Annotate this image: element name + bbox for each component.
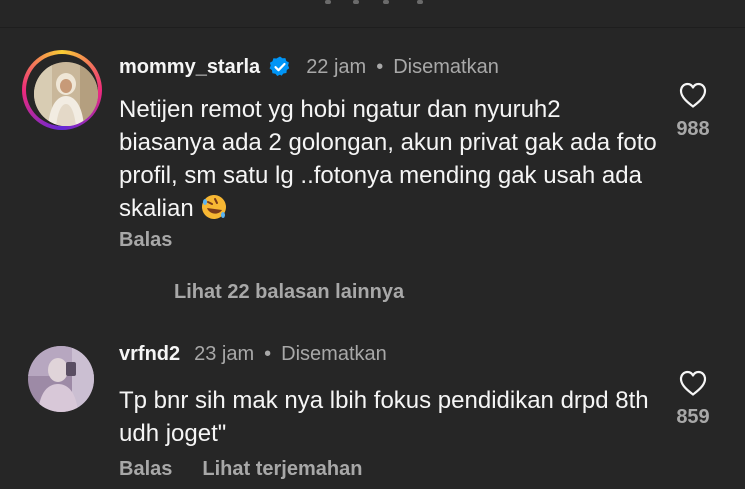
story-ring[interactable]	[22, 50, 102, 130]
avatar[interactable]	[34, 62, 98, 126]
rolling-on-floor-laughing-emoji-icon	[201, 195, 226, 219]
reply-button[interactable]: Balas	[119, 458, 172, 481]
avatar-image	[34, 62, 98, 126]
pinned-label: Disematkan	[281, 343, 387, 365]
reply-button[interactable]: Balas	[119, 229, 172, 252]
avatar-image	[28, 346, 94, 412]
comment-actions: Balas Lihat terjemahan	[119, 458, 392, 481]
like-control: 988	[663, 81, 723, 141]
comment-actions: Balas	[119, 229, 202, 252]
comment-text: Netijen remot yg hobi ngatur dan nyuruh2…	[119, 93, 659, 225]
separator-dot: •	[376, 55, 384, 78]
heart-icon[interactable]	[678, 369, 708, 397]
pinned-label: Disematkan	[393, 55, 499, 78]
like-count: 988	[676, 118, 710, 140]
divider	[0, 27, 745, 28]
comment-header: mommy_starla 22 jam • Disematkan	[119, 55, 499, 79]
like-control: 859	[663, 369, 723, 429]
heart-icon[interactable]	[678, 81, 708, 109]
like-count: 859	[676, 406, 710, 428]
comment-header: vrfnd2 23 jam • Disematkan	[119, 343, 387, 366]
comments-panel: mommy_starla 22 jam • Disematkan Netijen…	[0, 0, 745, 489]
view-more-replies-button[interactable]: Lihat 22 balasan lainnya	[174, 281, 404, 304]
timestamp: 22 jam	[306, 55, 367, 78]
timestamp: 23 jam	[194, 343, 255, 365]
separator-dot: •	[264, 343, 272, 365]
top-partial-content	[325, 0, 423, 4]
username[interactable]: mommy_starla	[119, 56, 260, 79]
avatar[interactable]	[28, 346, 94, 412]
verified-badge-icon	[269, 56, 290, 76]
comment-text: Tp bnr sih mak nya lbih fokus pendidikan…	[119, 387, 649, 447]
username[interactable]: vrfnd2	[119, 343, 180, 366]
see-translation-button[interactable]: Lihat terjemahan	[202, 458, 362, 481]
